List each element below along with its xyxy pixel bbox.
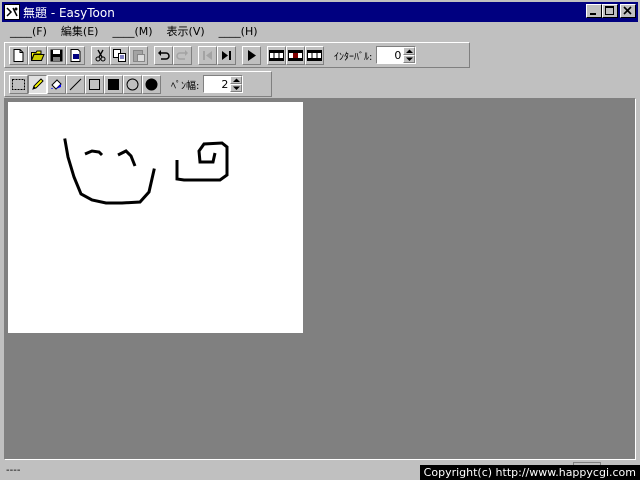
film-insert-icon — [288, 49, 303, 61]
interval-stepper[interactable]: 0 — [376, 46, 417, 64]
undo-button[interactable] — [154, 45, 173, 65]
open-button[interactable] — [28, 45, 47, 65]
app-icon[interactable] — [4, 4, 20, 20]
menu-file[interactable]: ____(F) — [2, 25, 53, 38]
menu-view[interactable]: 表示(V) — [159, 23, 211, 39]
cut-icon — [95, 49, 106, 61]
select-icon — [12, 78, 25, 90]
close-button[interactable] — [620, 4, 636, 18]
filled-rect-tool-button[interactable] — [104, 74, 123, 94]
pen-width-down-button[interactable] — [230, 84, 243, 92]
interval-label: ｲﾝﾀｰﾊﾞﾙ: — [334, 51, 373, 63]
filled-ellipse-tool-button[interactable] — [142, 74, 161, 94]
rect-icon — [89, 78, 100, 90]
paste-button[interactable] — [129, 45, 148, 65]
pen-width-label: ﾍﾟﾝ幅: — [171, 80, 200, 92]
drawing-canvas[interactable] — [8, 102, 303, 333]
pencil-icon — [32, 77, 44, 90]
cut-button[interactable] — [91, 45, 110, 65]
prev-frame-icon — [203, 50, 212, 60]
pen-width-up-button[interactable] — [230, 76, 243, 84]
ellipse-tool-button[interactable] — [123, 74, 142, 94]
prev-frame-button[interactable] — [198, 45, 217, 65]
copyright-banner[interactable]: Copyright(c) http://www.happycgi.com — [419, 465, 640, 480]
interval-value[interactable]: 0 — [377, 49, 403, 62]
open-icon — [30, 50, 45, 61]
film-icon — [269, 49, 284, 61]
drawing-toolbar: ﾍﾟﾝ幅: 2 — [4, 71, 272, 97]
interval-down-button[interactable] — [403, 55, 416, 63]
next-frame-icon — [222, 50, 231, 60]
film-delete-icon — [307, 49, 322, 61]
new-icon — [13, 48, 24, 62]
fill-tool-button[interactable] — [47, 74, 66, 94]
status-text: ---- — [6, 464, 21, 476]
maximize-button[interactable] — [602, 4, 618, 18]
window-title: 無題 - EasyToon — [23, 5, 115, 20]
export-icon — [70, 48, 81, 62]
play-button[interactable] — [242, 45, 261, 65]
filled-rect-icon — [108, 78, 119, 90]
select-tool-button[interactable] — [9, 74, 28, 94]
film-delete-button[interactable] — [305, 45, 324, 65]
filled-ellipse-icon — [145, 78, 158, 90]
undo-icon — [158, 49, 170, 60]
menu-edit[interactable]: 編集(E) — [53, 23, 105, 39]
copy-button[interactable] — [110, 45, 129, 65]
app-window: 無題 - EasyToon ____(F) 編集(E) ____(M) 表示(V… — [0, 0, 640, 480]
menu-help[interactable]: ____(H) — [211, 25, 264, 38]
play-icon — [248, 49, 256, 61]
film-insert-button[interactable] — [286, 45, 305, 65]
next-frame-button[interactable] — [217, 45, 236, 65]
line-tool-button[interactable] — [66, 74, 85, 94]
ellipse-icon — [126, 78, 139, 90]
pen-width-value[interactable]: 2 — [204, 78, 230, 91]
rect-tool-button[interactable] — [85, 74, 104, 94]
save-icon — [50, 49, 63, 61]
export-button[interactable] — [66, 45, 85, 65]
redo-icon — [176, 49, 188, 60]
menu-mode[interactable]: ____(M) — [104, 25, 158, 38]
drawing-strokes — [63, 138, 229, 205]
menu-bar: ____(F) 編集(E) ____(M) 表示(V) ____(H) — [2, 22, 638, 40]
fill-icon — [51, 78, 62, 90]
title-bar[interactable]: 無題 - EasyToon — [2, 2, 638, 22]
main-toolbar: ｲﾝﾀｰﾊﾞﾙ: 0 — [4, 42, 470, 68]
new-button[interactable] — [9, 45, 28, 65]
minimize-button[interactable] — [586, 4, 602, 18]
pencil-tool-button[interactable] — [28, 74, 47, 94]
paste-icon — [133, 49, 145, 62]
line-icon — [69, 78, 82, 90]
film-button[interactable] — [267, 45, 286, 65]
redo-button[interactable] — [173, 45, 192, 65]
work-area — [4, 98, 636, 460]
interval-up-button[interactable] — [403, 47, 416, 55]
save-button[interactable] — [47, 45, 66, 65]
copy-icon — [113, 48, 126, 62]
pen-width-stepper[interactable]: 2 — [203, 75, 244, 93]
